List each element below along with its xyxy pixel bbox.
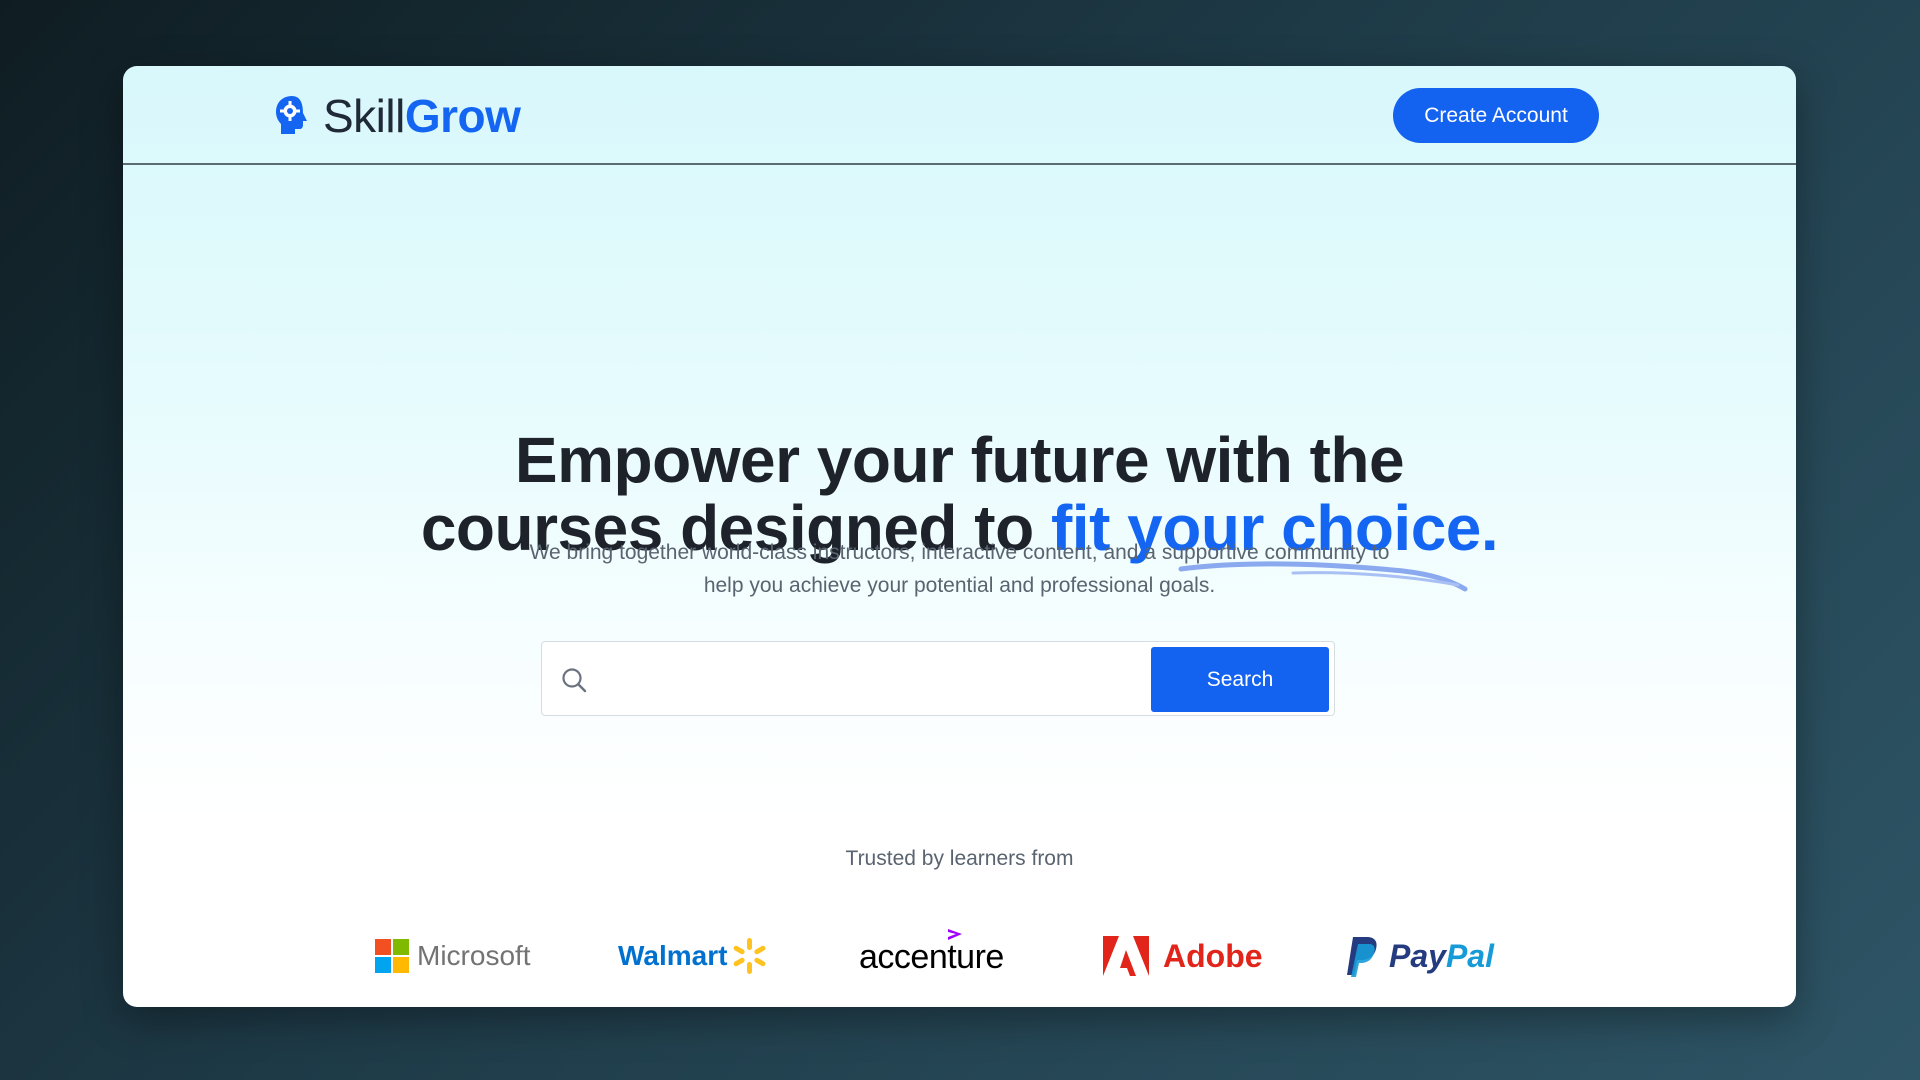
adobe-logo-icon	[1103, 936, 1149, 976]
paypal-wordmark: PayPal	[1389, 938, 1494, 975]
logo-word-grow: Grow	[404, 90, 521, 142]
walmart-spark-icon	[734, 938, 766, 974]
microsoft-logo: Microsoft	[375, 926, 531, 986]
walmart-wordmark: Walmart	[618, 940, 728, 971]
create-account-button[interactable]: Create Account	[1393, 88, 1599, 143]
search-input[interactable]	[602, 650, 1146, 710]
top-navbar: SkillGrow Create Account	[123, 66, 1796, 165]
hero-headline-line1: Empower your future with the	[514, 424, 1405, 496]
hero-subtitle-line2: help you achieve your potential and prof…	[703, 574, 1216, 597]
hero-subtitle-line1: We bring together world-class instructor…	[529, 541, 1390, 564]
logo-word-skill: Skill	[323, 90, 405, 142]
paypal-word-pal: Pal	[1445, 937, 1494, 974]
accenture-wordmark: accenture	[859, 938, 1004, 976]
logo-wordmark: SkillGrow	[323, 90, 521, 142]
trusted-by-heading: Trusted by learners from	[845, 847, 1074, 870]
paypal-word-pay: Pay	[1389, 937, 1446, 974]
hero-subtitle: We bring together world-class instructor…	[123, 536, 1796, 602]
accenture-logo: accenture	[859, 926, 1004, 986]
site-logo[interactable]: SkillGrow	[273, 88, 521, 144]
walmart-logo: Walmart	[618, 926, 767, 986]
search-icon	[562, 668, 587, 693]
paypal-logo: PayPal	[1345, 926, 1494, 986]
search-bar: Search	[541, 641, 1335, 716]
adobe-logo: Adobe	[1103, 926, 1263, 986]
microsoft-logo-icon	[375, 939, 409, 973]
partner-logos: Microsoft Walmart accenture Adobe PayPal	[123, 926, 1796, 986]
search-button[interactable]: Search	[1151, 647, 1329, 712]
accenture-chevron-icon	[948, 929, 962, 940]
adobe-wordmark: Adobe	[1163, 937, 1263, 974]
paypal-logo-icon	[1347, 937, 1377, 977]
browser-page: SkillGrow Create Account Empower your fu…	[123, 66, 1796, 1007]
head-gear-icon	[276, 96, 307, 134]
microsoft-wordmark: Microsoft	[417, 940, 531, 971]
